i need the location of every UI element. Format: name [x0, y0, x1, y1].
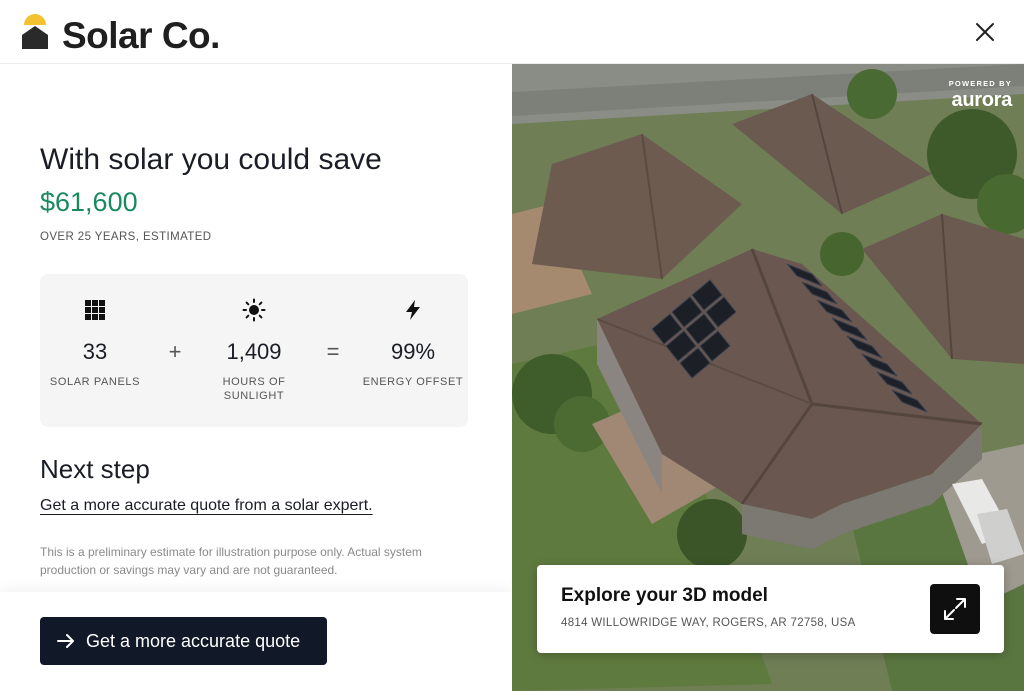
stat-sunlight-hours: 1,409 HOURS OF SUNLIGHT — [199, 274, 309, 427]
stat-offset-value: 99% — [390, 339, 436, 364]
powered-by-text: POWERED BY — [948, 79, 1012, 88]
disclaimer-text: This is a preliminary estimate for illus… — [40, 545, 422, 577]
plus-operator: + — [168, 339, 182, 364]
expert-quote-link[interactable]: Get a more accurate quote from a solar e… — [40, 496, 373, 516]
stat-sunlight-label: HOURS OF SUNLIGHT — [222, 376, 286, 402]
sun-icon — [242, 298, 266, 322]
savings-note: OVER 25 YEARS, ESTIMATED — [40, 231, 212, 243]
savings-headline: With solar you could save — [40, 143, 382, 176]
expand-3d-model-button[interactable] — [930, 584, 980, 634]
aurora-brand: aurora — [951, 89, 1013, 111]
stat-solar-panels: 33 SOLAR PANELS — [40, 274, 150, 427]
accurate-quote-button-label: Get a more accurate quote — [86, 631, 301, 651]
close-icon — [976, 23, 994, 41]
stat-panels-value: 33 — [82, 339, 108, 364]
estimate-panel: With solar you could save $61,600 OVER 2… — [0, 64, 512, 691]
brand-name: Solar Co. — [62, 15, 220, 56]
explore-title: Explore your 3D model — [561, 585, 768, 606]
footer-bar: Get a more accurate quote — [0, 592, 512, 691]
savings-amount: $61,600 — [40, 187, 138, 217]
close-button[interactable] — [969, 16, 1001, 48]
equals-operator: = — [326, 339, 340, 364]
house-sun-logo-icon — [22, 14, 48, 49]
lightning-bolt-icon — [406, 300, 420, 320]
stats-card: 33 SOLAR PANELS + 1,409 HOURS OF SUNLIGH… — [40, 274, 468, 427]
expand-arrows-icon — [944, 598, 966, 620]
stat-panels-label: SOLAR PANELS — [49, 376, 141, 388]
solar-panel-grid-icon — [85, 300, 105, 320]
arrow-right-icon — [57, 634, 74, 648]
accurate-quote-button[interactable]: Get a more accurate quote — [40, 617, 327, 665]
stat-sunlight-value: 1,409 — [226, 339, 282, 364]
next-step-title: Next step — [40, 454, 150, 484]
explore-3d-card[interactable]: Explore your 3D model 4814 WILLOWRIDGE W… — [537, 565, 1004, 653]
property-address: 4814 WILLOWRIDGE WAY, ROGERS, AR 72758, … — [561, 617, 856, 629]
aerial-3d-view[interactable]: POWERED BY aurora Explore your 3D model … — [512, 64, 1024, 691]
powered-by-aurora-logo: POWERED BY aurora — [942, 79, 1013, 111]
header: Solar Co. — [0, 0, 1024, 64]
stat-offset-label: ENERGY OFFSET — [362, 376, 464, 388]
stat-energy-offset: 99% ENERGY OFFSET — [358, 274, 468, 427]
